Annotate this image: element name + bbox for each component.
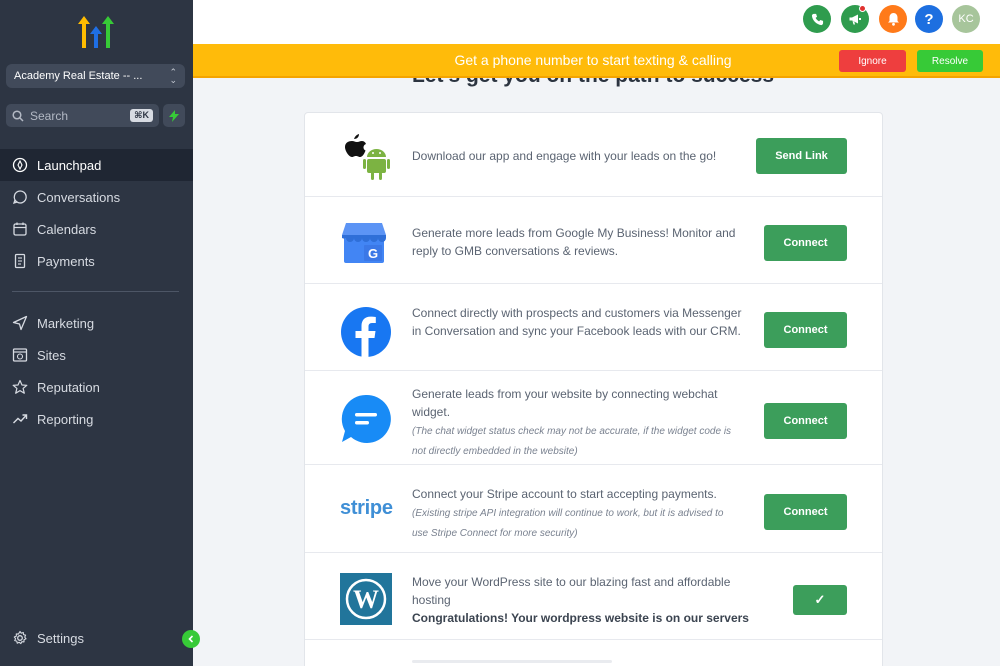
phone-button[interactable] xyxy=(803,5,831,33)
svg-text:G: G xyxy=(368,246,378,261)
list-item-webchat: Generate leads from your website by conn… xyxy=(305,371,882,465)
sidebar-item-label: Payments xyxy=(37,253,95,269)
search-placeholder: Search xyxy=(30,108,69,123)
list-item-facebook: Connect directly with prospects and cust… xyxy=(305,284,882,371)
notification-dot xyxy=(859,5,866,12)
sidebar-item-conversations[interactable]: Conversations xyxy=(0,181,193,213)
search-shortcut: ⌘K xyxy=(130,109,153,122)
chat-bubble-icon xyxy=(12,190,27,205)
row-description: Generate more leads from Google My Busin… xyxy=(412,226,736,258)
help-button[interactable]: ? xyxy=(915,5,943,33)
sidebar-divider xyxy=(12,291,179,292)
sidebar-item-label: Marketing xyxy=(37,315,95,331)
phone-icon xyxy=(811,13,823,25)
row-note: (Existing stripe API integration will co… xyxy=(412,508,724,539)
send-link-button[interactable]: Send Link xyxy=(756,138,847,174)
list-item-stripe: stripe Connect your Stripe account to st… xyxy=(305,465,882,553)
chevron-left-icon xyxy=(188,635,194,643)
google-my-business-icon: G xyxy=(342,223,386,263)
connect-webchat-button[interactable]: Connect xyxy=(764,403,847,439)
row-description: Download our app and engage with your le… xyxy=(412,149,717,163)
gear-icon xyxy=(13,630,27,645)
connect-stripe-button[interactable]: Connect xyxy=(764,494,847,530)
row-text: Move your WordPress site to our blazing … xyxy=(412,573,752,627)
bell-icon xyxy=(887,13,899,26)
app-logo-icon[interactable] xyxy=(78,14,114,50)
apple-android-icon xyxy=(345,134,390,180)
sidebar-item-sites[interactable]: Sites xyxy=(0,339,193,371)
sidebar: Academy Real Estate -- ... ⌃ ⌄ Search ⌘K … xyxy=(0,0,193,666)
question-mark-icon: ? xyxy=(924,10,934,28)
collapse-sidebar-button[interactable] xyxy=(182,630,200,648)
calendar-icon xyxy=(13,222,27,236)
sidebar-item-label: Launchpad xyxy=(37,157,102,173)
row-text: Generate more leads from Google My Busin… xyxy=(412,224,742,260)
svg-text:W: W xyxy=(353,585,379,614)
sidebar-item-marketing[interactable]: Marketing xyxy=(0,307,193,339)
list-item-wordpress: W Move your WordPress site to our blazin… xyxy=(305,553,882,640)
chevron-updown-icon: ⌃ ⌄ xyxy=(169,67,177,85)
notifications-button[interactable] xyxy=(879,5,907,33)
sidebar-item-reporting[interactable]: Reporting xyxy=(0,403,193,435)
row-description: Connect your Stripe account to start acc… xyxy=(412,487,717,501)
trend-icon xyxy=(13,414,28,424)
row-description: Generate leads from your website by conn… xyxy=(412,387,718,419)
connect-gmb-button[interactable]: Connect xyxy=(764,225,847,261)
sidebar-item-label: Sites xyxy=(37,347,66,363)
sidebar-item-label: Reputation xyxy=(37,379,100,395)
top-bar: ? KC xyxy=(193,0,1000,44)
stripe-logo: stripe xyxy=(340,497,393,519)
row-note: (The chat widget status check may not be… xyxy=(412,426,732,457)
sidebar-item-payments[interactable]: Payments xyxy=(0,245,193,277)
row-success-message: Congratulations! Your wordpress website … xyxy=(412,611,749,625)
partial-text-placeholder xyxy=(412,660,612,663)
sidebar-item-reputation[interactable]: Reputation xyxy=(0,371,193,403)
connect-facebook-button[interactable]: Connect xyxy=(764,312,847,348)
wordpress-icon: W xyxy=(340,573,392,625)
paper-plane-icon xyxy=(12,315,28,331)
resolve-button[interactable]: Resolve xyxy=(917,50,983,72)
sidebar-item-calendars[interactable]: Calendars xyxy=(0,213,193,245)
row-text: Connect directly with prospects and cust… xyxy=(412,304,742,340)
row-description: Connect directly with prospects and cust… xyxy=(412,306,742,338)
quick-actions-button[interactable] xyxy=(163,104,185,127)
search-input[interactable]: Search ⌘K xyxy=(6,104,159,127)
sidebar-item-settings[interactable]: Settings xyxy=(0,622,193,654)
avatar-initials: KC xyxy=(958,13,974,25)
facebook-icon xyxy=(341,307,391,357)
search-icon xyxy=(12,109,24,122)
rocket-icon xyxy=(12,157,28,173)
row-text: Connect your Stripe account to start acc… xyxy=(412,485,742,543)
star-icon xyxy=(12,379,28,394)
account-name: Academy Real Estate -- ... xyxy=(14,70,143,82)
row-description: Move your WordPress site to our blazing … xyxy=(412,575,731,607)
sidebar-item-label: Calendars xyxy=(37,221,97,237)
globe-window-icon xyxy=(12,348,28,362)
sidebar-item-label: Reporting xyxy=(37,411,94,427)
list-item-mobile-app: Download our app and engage with your le… xyxy=(305,113,882,197)
chat-widget-icon xyxy=(341,394,391,443)
account-switcher[interactable]: Academy Real Estate -- ... ⌃ ⌄ xyxy=(6,64,185,88)
lightning-icon xyxy=(169,109,179,122)
list-item-google-my-business: G Generate more leads from Google My Bus… xyxy=(305,197,882,284)
sidebar-item-label: Settings xyxy=(37,630,84,646)
list-item-partial xyxy=(305,640,882,666)
onboarding-card: Download our app and engage with your le… xyxy=(304,112,883,666)
ignore-button[interactable]: Ignore xyxy=(839,50,906,72)
sidebar-item-launchpad[interactable]: Launchpad xyxy=(0,149,193,181)
row-text: Download our app and engage with your le… xyxy=(412,147,742,165)
megaphone-icon xyxy=(849,14,861,25)
row-text: Generate leads from your website by conn… xyxy=(412,385,742,461)
phone-number-banner: Get a phone number to start texting & ca… xyxy=(193,44,1000,78)
wordpress-done-button[interactable]: ✓ xyxy=(793,585,847,615)
receipt-icon xyxy=(14,253,26,269)
sidebar-item-label: Conversations xyxy=(37,189,121,205)
user-avatar[interactable]: KC xyxy=(952,5,980,33)
